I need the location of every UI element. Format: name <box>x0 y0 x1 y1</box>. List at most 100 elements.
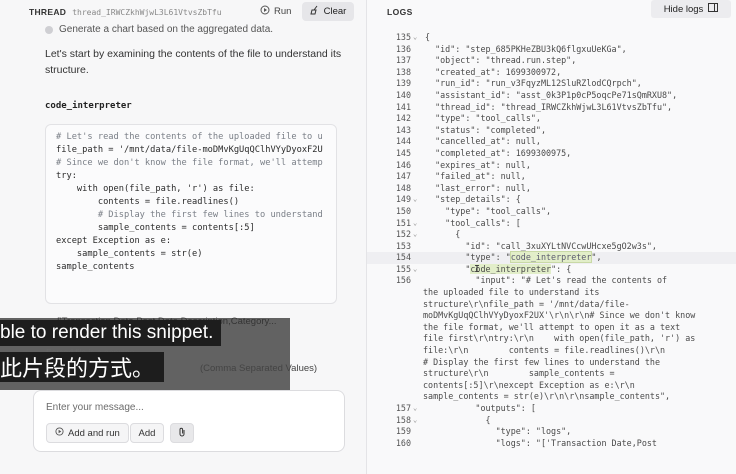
thread-id[interactable]: thread_IRWCZkhWjwL3L61VtvsZbTfu <box>72 8 221 17</box>
log-line: sample_contents = str(e)\r\n\r\nsample_c… <box>367 391 736 403</box>
log-line: 145 "completed_at": 1699300975, <box>367 148 736 160</box>
play-icon <box>260 5 270 18</box>
add-and-run-label: Add and run <box>68 427 120 439</box>
line-number: 142 <box>395 113 411 124</box>
log-text: "object": "thread.run.step", <box>425 55 577 66</box>
log-text: "tool_calls": [ <box>425 217 521 228</box>
run-button[interactable]: Run <box>252 2 299 21</box>
log-line: 147 "failed_at": null, <box>367 171 736 183</box>
panel-icon <box>708 3 719 15</box>
logs-label: LOGS <box>387 7 413 17</box>
line-number: 141 <box>395 101 411 112</box>
log-line: 140 "assistant_id": "asst_0k3P1p0cP5oqcP… <box>367 90 736 102</box>
log-text: file:\r\n contents = file.readlines()\r\… <box>423 345 666 356</box>
log-text: "cancelled_at": null, <box>425 136 541 147</box>
code-interpreter-title: code_interpreter <box>45 101 132 111</box>
line-number: 152 <box>395 229 411 240</box>
csv-hint: (Comma Separated Values) <box>200 363 318 374</box>
paperclip-icon <box>178 424 186 442</box>
log-line: 159 "type": "logs", <box>367 426 736 438</box>
fold-chevron-icon[interactable]: ⌄ <box>413 194 421 206</box>
log-text: sample_contents = str(e)\r\n\r\nsample_c… <box>423 391 671 402</box>
code-line: # Since we don't know the file format, w… <box>56 158 323 168</box>
code-line: sample_contents <box>56 262 135 272</box>
fold-chevron-icon[interactable]: ⌄ <box>413 32 421 44</box>
log-line: moDMvKgUqQClhVYyDyoxF2UX'\r\n\r\n# Since… <box>367 310 736 322</box>
line-number: 154 <box>395 252 411 263</box>
log-line: 158 ⌄ { <box>367 415 736 427</box>
log-text: "type": "logs", <box>425 426 572 437</box>
line-number: 135 <box>395 32 411 42</box>
log-line: 141 "thread_id": "thread_IRWCZkhWjwL3L61… <box>367 102 736 114</box>
hide-logs-button[interactable]: Hide logs <box>651 0 731 18</box>
add-label: Add <box>138 427 156 439</box>
log-line: 139 "run_id": "run_v3FqyzML12SluRZlodCQr… <box>367 78 736 90</box>
log-line: 144 "cancelled_at": null, <box>367 136 736 148</box>
add-button[interactable]: Add <box>130 423 164 443</box>
log-line: 152 ⌄ { <box>367 229 736 241</box>
code-line: # Display the first few lines to underst… <box>56 210 323 220</box>
log-line: # Display the first few lines to underst… <box>367 357 736 369</box>
log-text: "status": "completed", <box>425 124 547 135</box>
clear-button[interactable]: Clear <box>302 2 354 21</box>
attach-file-button[interactable] <box>170 423 194 443</box>
fold-chevron-icon[interactable]: ⌄ <box>413 229 421 241</box>
line-number: 153 <box>395 240 411 251</box>
log-text: "id": "step_685PKHeZBU3kQ6flgxuUeKGa", <box>425 43 627 54</box>
log-text: # Display the first few lines to underst… <box>423 356 660 367</box>
log-text: moDMvKgUqQClhVYyDyoxF2UX'\r\n\r\n# Since… <box>423 310 696 321</box>
search-match-highlight: code_interpreter <box>470 263 552 274</box>
log-text: the file format, we'll attempt to open i… <box>423 321 681 332</box>
code-line: file_path = '/mnt/data/file-moDMvKgUqQCl… <box>56 145 323 155</box>
line-number: 137 <box>395 55 411 66</box>
log-text: "assistant_id": "asst_0k3P1p0cP5oqcPe71s… <box>425 89 678 100</box>
log-text: { <box>425 32 431 42</box>
log-line: 150 "type": "tool_calls", <box>367 206 736 218</box>
log-line: structure\r\n sample_contents = <box>367 368 736 380</box>
log-text: "type": "tool_calls", <box>425 205 552 216</box>
step-text: Generate a chart based on the aggregated… <box>59 24 274 35</box>
subtitle-chinese: 此片段的方式。 <box>0 352 165 382</box>
fold-chevron-icon[interactable]: ⌄ <box>413 403 421 415</box>
log-line: 160 "logs": "['Transaction Date,Post <box>367 438 736 450</box>
line-number: 149 <box>395 194 411 205</box>
fold-chevron-icon[interactable]: ⌄ <box>413 218 421 230</box>
log-text: the uploaded file to understand its <box>423 287 600 298</box>
line-number: 160 <box>395 437 411 448</box>
log-text: "type": "code_interpreter", <box>425 251 602 264</box>
line-number: 147 <box>395 171 411 182</box>
log-viewer[interactable]: 135 ⌄{136 "id": "step_685PKHeZBU3kQ6flgxu… <box>367 32 736 449</box>
log-text: "code_interpreter": { <box>425 263 572 274</box>
log-line: 151 ⌄ "tool_calls": [ <box>367 218 736 230</box>
message-composer: Add and run Add <box>33 390 345 452</box>
log-line: structure\r\nfile_path = '/mnt/data/file… <box>367 299 736 311</box>
line-number: 146 <box>395 159 411 170</box>
log-text: "id": "call_3xuXYLtNVCcwUHcxe5gO2w3s", <box>425 240 657 251</box>
log-line: contents[:5]\r\nexcept Exception as e:\r… <box>367 380 736 392</box>
fold-chevron-icon[interactable]: ⌄ <box>413 264 421 276</box>
line-number: 139 <box>395 78 411 89</box>
log-line: 135 ⌄ { <box>367 32 736 44</box>
line-number: 155 <box>395 263 411 274</box>
add-and-run-button[interactable]: Add and run <box>46 423 129 443</box>
log-line: the uploaded file to understand its <box>367 287 736 299</box>
search-match-highlight: code_interpreter <box>509 251 593 264</box>
code-line: sample_contents = contents[:5] <box>56 223 255 233</box>
fold-chevron-icon[interactable]: ⌄ <box>413 415 421 427</box>
run-button-label: Run <box>274 6 292 17</box>
assistant-message: Let's start by examining the contents of… <box>45 48 342 76</box>
line-number: 156 <box>395 275 411 286</box>
line-number: 157 <box>395 403 411 413</box>
message-input[interactable] <box>46 399 326 415</box>
line-number: 150 <box>395 205 411 216</box>
line-number: 140 <box>395 89 411 100</box>
code-line: # Let's read the contents of the uploade… <box>56 132 323 142</box>
log-text: "run_id": "run_v3FqyzML12SluRZlodCQrpch"… <box>425 78 642 89</box>
thread-pane: THREAD thread_IRWCZkhWjwL3L61VtvsZbTfu R… <box>0 0 366 474</box>
log-text: "created_at": 1699300972, <box>425 66 562 77</box>
log-line: 137 "object": "thread.run.step", <box>367 55 736 67</box>
code-line: contents = file.readlines() <box>56 197 240 207</box>
code-line: except Exception as e: <box>56 236 172 246</box>
log-text: "last_error": null, <box>425 182 531 193</box>
log-text: "expires_at": null, <box>425 159 531 170</box>
